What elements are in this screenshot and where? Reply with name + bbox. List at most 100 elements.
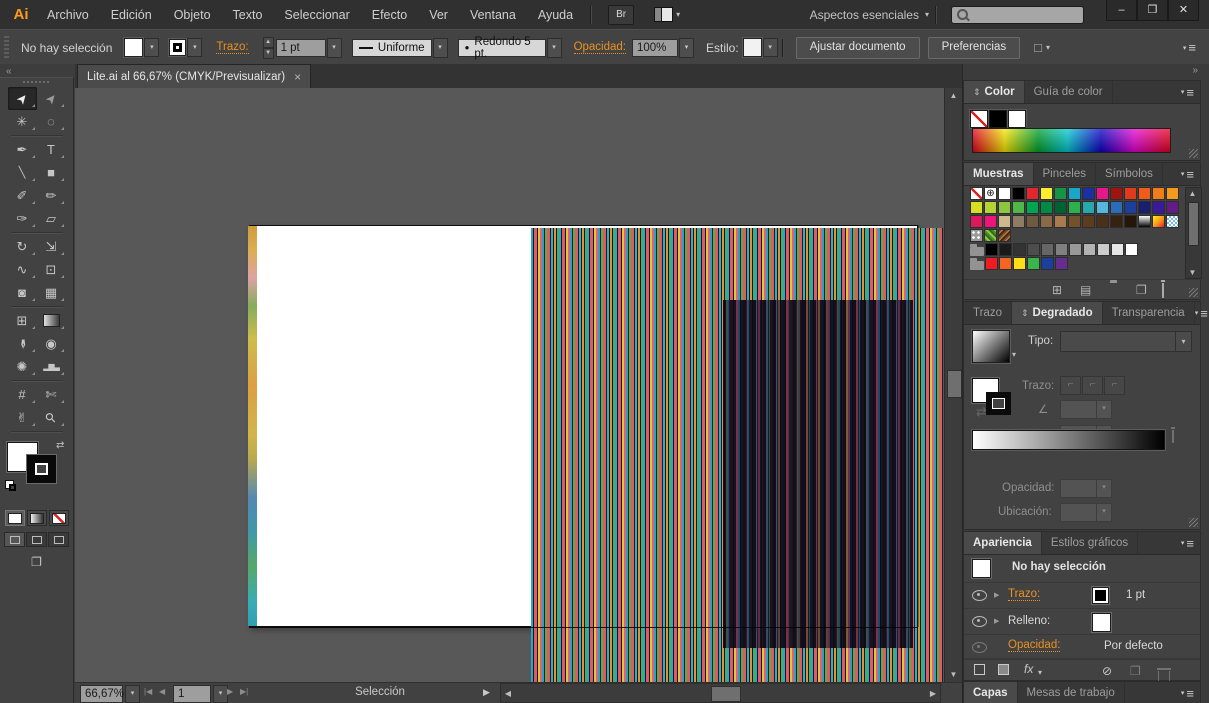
swatch[interactable] xyxy=(1041,257,1054,270)
fit-document-button[interactable]: Ajustar documento xyxy=(796,37,920,59)
color-none-swatch[interactable] xyxy=(970,110,988,128)
swatch[interactable] xyxy=(1097,243,1110,256)
next-artboard-button[interactable]: ▶ xyxy=(227,687,233,696)
mesh-tool[interactable]: ⊞ xyxy=(8,309,37,332)
swatch[interactable] xyxy=(1055,243,1068,256)
swatch[interactable] xyxy=(1040,187,1053,200)
opacity-dropdown[interactable]: ▾ xyxy=(679,38,694,58)
menu-ayuda[interactable]: Ayuda xyxy=(527,8,584,22)
canvas[interactable]: ▲ ▼ xyxy=(75,88,962,682)
brush-definition-combo[interactable]: ● Redondo 5 pt. xyxy=(458,39,546,57)
swatch[interactable] xyxy=(1027,257,1040,270)
swatch[interactable] xyxy=(1166,187,1179,200)
swatch[interactable] xyxy=(1083,243,1096,256)
paintbrush-tool[interactable]: ✐ xyxy=(8,184,37,207)
control-panel-menu-icon[interactable]: ▾ ≡ xyxy=(1183,40,1195,55)
swatch[interactable] xyxy=(1026,215,1039,228)
tab-color[interactable]: ⇕ Color xyxy=(964,81,1025,103)
swatch[interactable] xyxy=(1124,201,1137,214)
swatch[interactable] xyxy=(1068,187,1081,200)
swatches-scrollbar-thumb[interactable] xyxy=(1188,202,1199,246)
swatch[interactable] xyxy=(998,215,1011,228)
swatches-panel-menu-icon[interactable]: ▾ ≡ xyxy=(1181,163,1200,185)
tab-graphic-styles[interactable]: Estilos gráficos xyxy=(1042,532,1138,554)
swatch[interactable] xyxy=(1096,187,1109,200)
first-artboard-button[interactable]: |◀ xyxy=(144,687,152,696)
artboard-navigation-field[interactable]: 1 xyxy=(173,685,211,703)
appearance-panel-menu-icon[interactable]: ▾ ≡ xyxy=(1181,532,1200,554)
brush-definition-dropdown[interactable]: ▾ xyxy=(547,38,562,58)
select-similar-icon[interactable]: □ xyxy=(1034,40,1042,55)
none-mode-button[interactable] xyxy=(49,510,69,526)
panel-resize-grip[interactable] xyxy=(1189,518,1198,527)
stroke-swatch[interactable] xyxy=(1092,587,1109,604)
swatch[interactable] xyxy=(1152,201,1165,214)
swatch[interactable] xyxy=(999,243,1012,256)
swatch[interactable] xyxy=(1125,243,1138,256)
swatch-pattern[interactable] xyxy=(984,229,997,242)
swatch[interactable] xyxy=(1013,257,1026,270)
swatch[interactable] xyxy=(1110,201,1123,214)
visibility-eye-icon[interactable] xyxy=(972,590,987,601)
new-stroke-icon[interactable] xyxy=(974,664,985,675)
document-tab-close-icon[interactable]: × xyxy=(294,70,301,84)
swatch[interactable] xyxy=(1069,243,1082,256)
horizontal-scrollbar[interactable]: ◀ ▶ xyxy=(500,683,941,703)
tab-appearance[interactable]: Apariencia xyxy=(964,532,1042,554)
add-effect-icon[interactable]: fx xyxy=(1024,662,1033,676)
dock-expand-icon[interactable]: » xyxy=(1192,65,1198,76)
menu-ver[interactable]: Ver xyxy=(418,8,459,22)
free-transform-tool[interactable]: ⊡ xyxy=(37,258,66,281)
menu-seleccionar[interactable]: Seleccionar xyxy=(273,8,360,22)
gradient-tool[interactable] xyxy=(37,309,66,332)
swatch-pattern[interactable] xyxy=(998,229,1011,242)
color-black-swatch[interactable] xyxy=(989,110,1007,128)
swatch[interactable] xyxy=(1082,215,1095,228)
stroke-well[interactable] xyxy=(27,455,56,483)
swatch[interactable] xyxy=(1068,215,1081,228)
appearance-opacity-link[interactable]: Opacidad: xyxy=(1008,639,1060,652)
swatch[interactable] xyxy=(1040,215,1053,228)
screen-mode-button[interactable]: ❐ xyxy=(0,555,73,569)
swatch[interactable] xyxy=(1012,187,1025,200)
draw-inside-button[interactable] xyxy=(48,532,69,547)
swatch[interactable] xyxy=(1013,243,1026,256)
search-input[interactable] xyxy=(951,6,1084,24)
direct-selection-tool[interactable]: ➤ xyxy=(37,87,66,110)
tab-transparency[interactable]: Transparencia xyxy=(1103,302,1195,324)
color-group-folder-icon[interactable] xyxy=(970,247,984,256)
scroll-up-icon[interactable]: ▲ xyxy=(1185,186,1200,201)
horizontal-scrollbar-thumb[interactable] xyxy=(711,686,741,702)
eyedropper-tool[interactable]: ✒ xyxy=(8,332,37,355)
toolbar-collapse-icon[interactable]: « xyxy=(6,66,12,77)
arrange-documents-icon[interactable]: ▾ xyxy=(654,7,680,22)
pen-tool[interactable]: ✒ xyxy=(8,138,37,161)
swatch-gradient[interactable] xyxy=(1152,215,1165,228)
scroll-left-icon[interactable]: ◀ xyxy=(501,686,515,701)
swap-fill-stroke-icon[interactable]: ⇄ xyxy=(56,440,64,451)
width-profile-dropdown[interactable]: ▾ xyxy=(433,38,448,58)
swatch[interactable] xyxy=(1054,215,1067,228)
swatch[interactable] xyxy=(1054,201,1067,214)
stroke-gradient-along-icon[interactable]: ⌐ xyxy=(1082,376,1103,395)
swatches-scrollbar[interactable]: ▲ ▼ xyxy=(1185,187,1202,279)
eraser-tool[interactable]: ▱ xyxy=(37,207,66,230)
toolbar-grip[interactable] xyxy=(23,81,51,83)
swatch[interactable] xyxy=(1138,187,1151,200)
fill-color-dropdown[interactable]: ▾ xyxy=(144,38,159,57)
stepper-down-icon[interactable]: ▼ xyxy=(263,48,274,59)
width-profile-combo[interactable]: Uniforme xyxy=(352,39,432,57)
stepper-up-icon[interactable]: ▲ xyxy=(263,37,274,48)
gradient-stroke-proxy[interactable] xyxy=(986,392,1011,415)
tab-swatches[interactable]: Muestras xyxy=(964,163,1034,185)
tab-symbols[interactable]: Símbolos xyxy=(1096,163,1163,185)
swatch[interactable] xyxy=(984,215,997,228)
fill-swatch[interactable] xyxy=(1092,613,1111,632)
zoom-tool[interactable]: ⚲ xyxy=(37,406,66,429)
appearance-opacity-row[interactable]: Opacidad: Por defecto xyxy=(964,635,1200,659)
panel-resize-grip[interactable] xyxy=(1189,288,1198,297)
tab-color-guide[interactable]: Guía de color xyxy=(1025,81,1113,103)
swatch[interactable] xyxy=(1096,215,1109,228)
swatch[interactable] xyxy=(1124,187,1137,200)
lasso-tool[interactable]: ◌ xyxy=(37,110,66,133)
